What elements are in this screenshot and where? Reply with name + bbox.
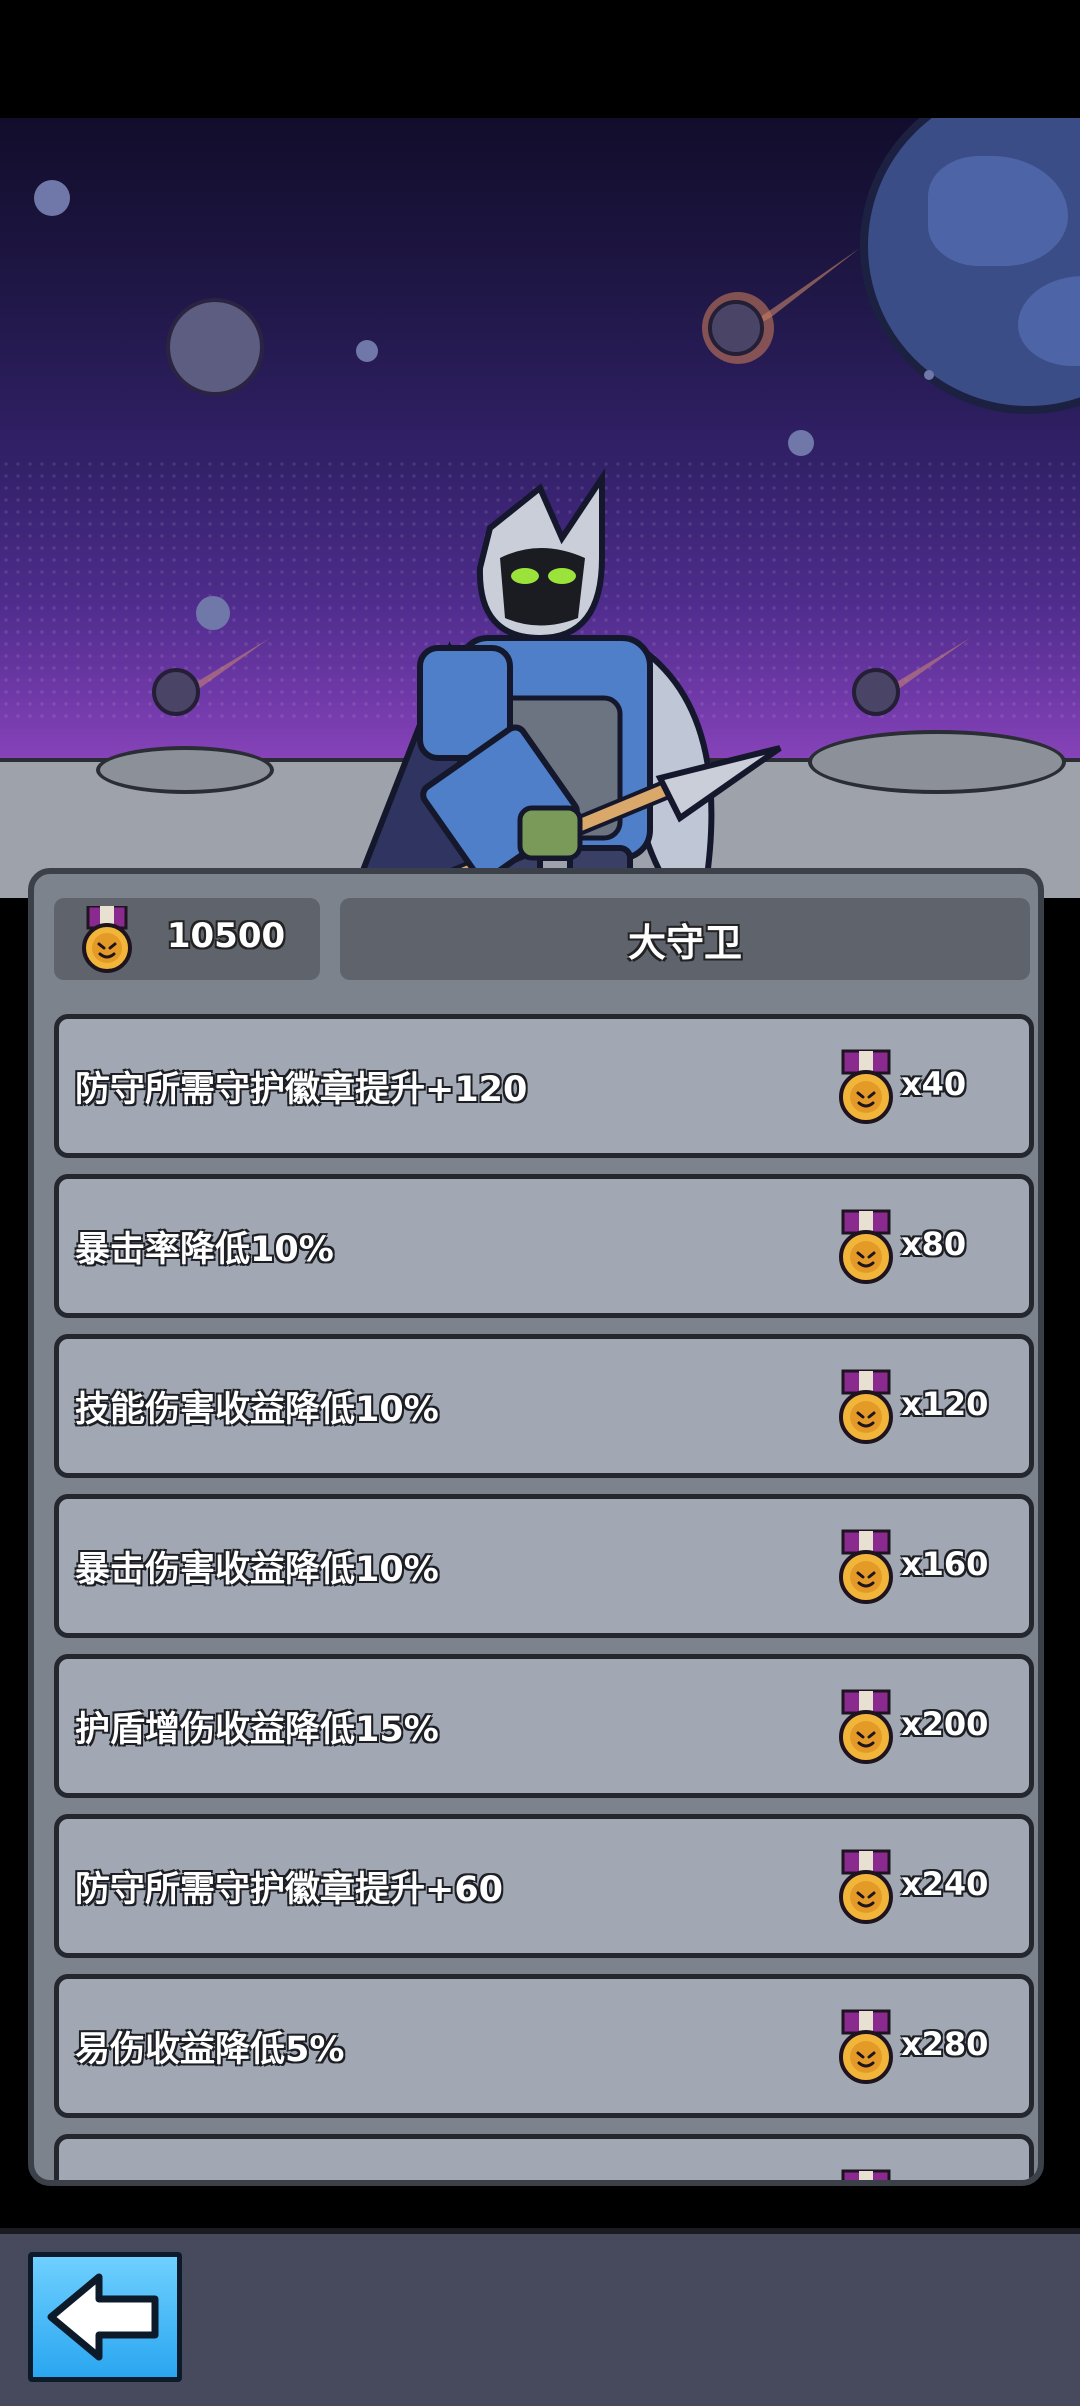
upgrade-description: 暴击率降低10% [75, 1230, 334, 1270]
meteor [152, 638, 270, 716]
upgrade-cost: x160 [901, 1545, 989, 1583]
star [356, 340, 378, 362]
upgrade-cost: x120 [901, 1385, 989, 1423]
upgrade-cost: x80 [901, 1225, 967, 1263]
medal-icon [839, 1689, 893, 1764]
upgrade-description: 暴击伤害收益降低10% [75, 1550, 439, 1590]
medal-icon [839, 2009, 893, 2084]
upgrade-description: 防守所需守护徽章提升+120 [75, 1070, 528, 1110]
crater [808, 730, 1066, 794]
meteor [852, 638, 970, 716]
upgrade-panel: 10500 大守卫 防守所需守护徽章提升+120 x40 暴击率降低10% x8… [28, 868, 1044, 2186]
upgrade-description: 技能伤害收益降低10% [75, 1390, 439, 1430]
medal-icon [839, 1209, 893, 1284]
upgrade-cost: x240 [901, 1865, 989, 1903]
medal-icon [839, 1369, 893, 1444]
upgrade-cost: x280 [901, 2025, 989, 2063]
upgrade-row[interactable]: 易伤收益降低5% x280 [54, 1974, 1034, 2118]
medal-icon [841, 2169, 891, 2180]
medal-count: 10500 [166, 916, 286, 956]
medal-icon [839, 1049, 893, 1124]
panel-header: 10500 大守卫 [54, 898, 1030, 982]
star [34, 180, 70, 216]
bottom-bar [0, 2228, 1080, 2406]
upgrade-row[interactable]: 技能伤害收益降低10% x120 [54, 1334, 1034, 1478]
asteroid [166, 298, 264, 396]
upgrade-row[interactable]: 暴击伤害收益降低10% x160 [54, 1494, 1034, 1638]
upgrade-row[interactable]: 暴击率降低10% x80 [54, 1174, 1034, 1318]
guardian-knight [356, 468, 782, 898]
upgrade-cost: x200 [901, 1705, 989, 1743]
planet [860, 118, 1080, 414]
back-arrow-icon [47, 2273, 159, 2361]
upgrade-row[interactable]: 防守所需守护徽章提升+120 x40 [54, 1014, 1034, 1158]
upgrade-row-partial[interactable] [54, 2134, 1034, 2180]
crater [96, 746, 274, 794]
upgrade-description: 防守所需守护徽章提升+60 [75, 1870, 504, 1910]
upgrade-row[interactable]: 防守所需守护徽章提升+60 x240 [54, 1814, 1034, 1958]
hero-title-box: 大守卫 [340, 898, 1030, 980]
medal-balance: 10500 [54, 898, 320, 980]
upgrade-description: 护盾增伤收益降低15% [75, 1710, 439, 1750]
hero-title: 大守卫 [627, 921, 742, 965]
medal-icon [839, 1529, 893, 1604]
medal-icon [82, 906, 132, 973]
back-button[interactable] [28, 2252, 182, 2382]
hero-scene [0, 118, 1080, 898]
upgrade-list[interactable]: 防守所需守护徽章提升+120 x40 暴击率降低10% x80 技能伤害收益降低… [54, 1014, 1034, 2180]
status-bar [0, 0, 1080, 118]
upgrade-description: 易伤收益降低5% [75, 2030, 345, 2070]
upgrade-cost: x40 [901, 1065, 967, 1103]
medal-icon [839, 1849, 893, 1924]
upgrade-row[interactable]: 护盾增伤收益降低15% x200 [54, 1654, 1034, 1798]
star [924, 370, 934, 380]
meteor [702, 248, 860, 364]
